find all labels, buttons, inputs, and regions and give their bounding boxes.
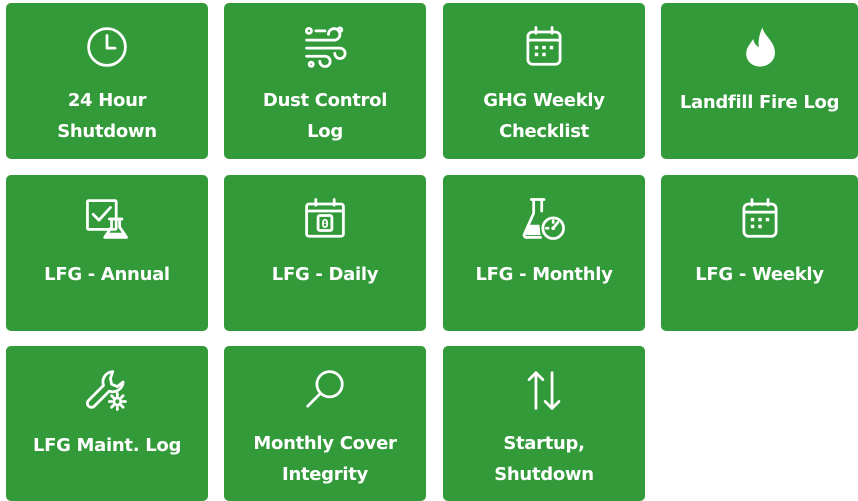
tile-monthly-cover-integrity[interactable]: Monthly Cover Integrity: [224, 346, 426, 501]
fire-icon: [736, 23, 784, 71]
tile-lfg-maint-log[interactable]: LFG Maint. Log: [6, 346, 208, 501]
tile-ghg-weekly-checklist[interactable]: GHG Weekly Checklist: [443, 3, 645, 159]
tile-startup-shutdown[interactable]: Startup, Shutdown: [443, 346, 645, 501]
tile-label: 24 Hour Shutdown: [57, 90, 157, 142]
wrench-gear-icon: [83, 366, 131, 414]
tile-label: Startup, Shutdown: [494, 433, 594, 485]
tile-lfg-annual[interactable]: LFG - Annual: [6, 175, 208, 331]
tile-label: LFG - Weekly: [695, 264, 824, 285]
clock-icon: [83, 23, 131, 71]
flask-gauge-icon: [520, 195, 568, 243]
calendar-day-icon: 0: [301, 195, 349, 243]
tile-lfg-daily[interactable]: 0 LFG - Daily: [224, 175, 426, 331]
tile-label: Dust Control Log: [262, 90, 388, 142]
tile-lfg-weekly[interactable]: LFG - Weekly: [661, 175, 858, 331]
calendar-icon: [520, 23, 568, 71]
tile-label: LFG - Monthly: [475, 264, 613, 285]
search-icon: [301, 366, 349, 414]
tile-label: Landfill Fire Log: [679, 92, 840, 113]
tile-lfg-monthly[interactable]: LFG - Monthly: [443, 175, 645, 331]
form-tile-grid: 24 Hour Shutdown Dust Control Log GHG We…: [0, 0, 858, 501]
tile-landfill-fire-log[interactable]: Landfill Fire Log: [661, 3, 858, 159]
checklist-flask-icon: [83, 195, 131, 243]
wind-icon: [301, 23, 349, 71]
tile-label: Monthly Cover Integrity: [253, 433, 397, 485]
tile-label: GHG Weekly Checklist: [483, 90, 605, 142]
svg-text:0: 0: [321, 216, 329, 231]
tile-label: LFG - Annual: [44, 264, 170, 285]
tile-dust-control-log[interactable]: Dust Control Log: [224, 3, 426, 159]
up-down-arrows-icon: [520, 366, 568, 414]
tile-label: LFG Maint. Log: [32, 435, 182, 456]
calendar-icon: [736, 195, 784, 243]
tile-label: LFG - Daily: [271, 264, 379, 285]
tile-24-hour-shutdown[interactable]: 24 Hour Shutdown: [6, 3, 208, 159]
